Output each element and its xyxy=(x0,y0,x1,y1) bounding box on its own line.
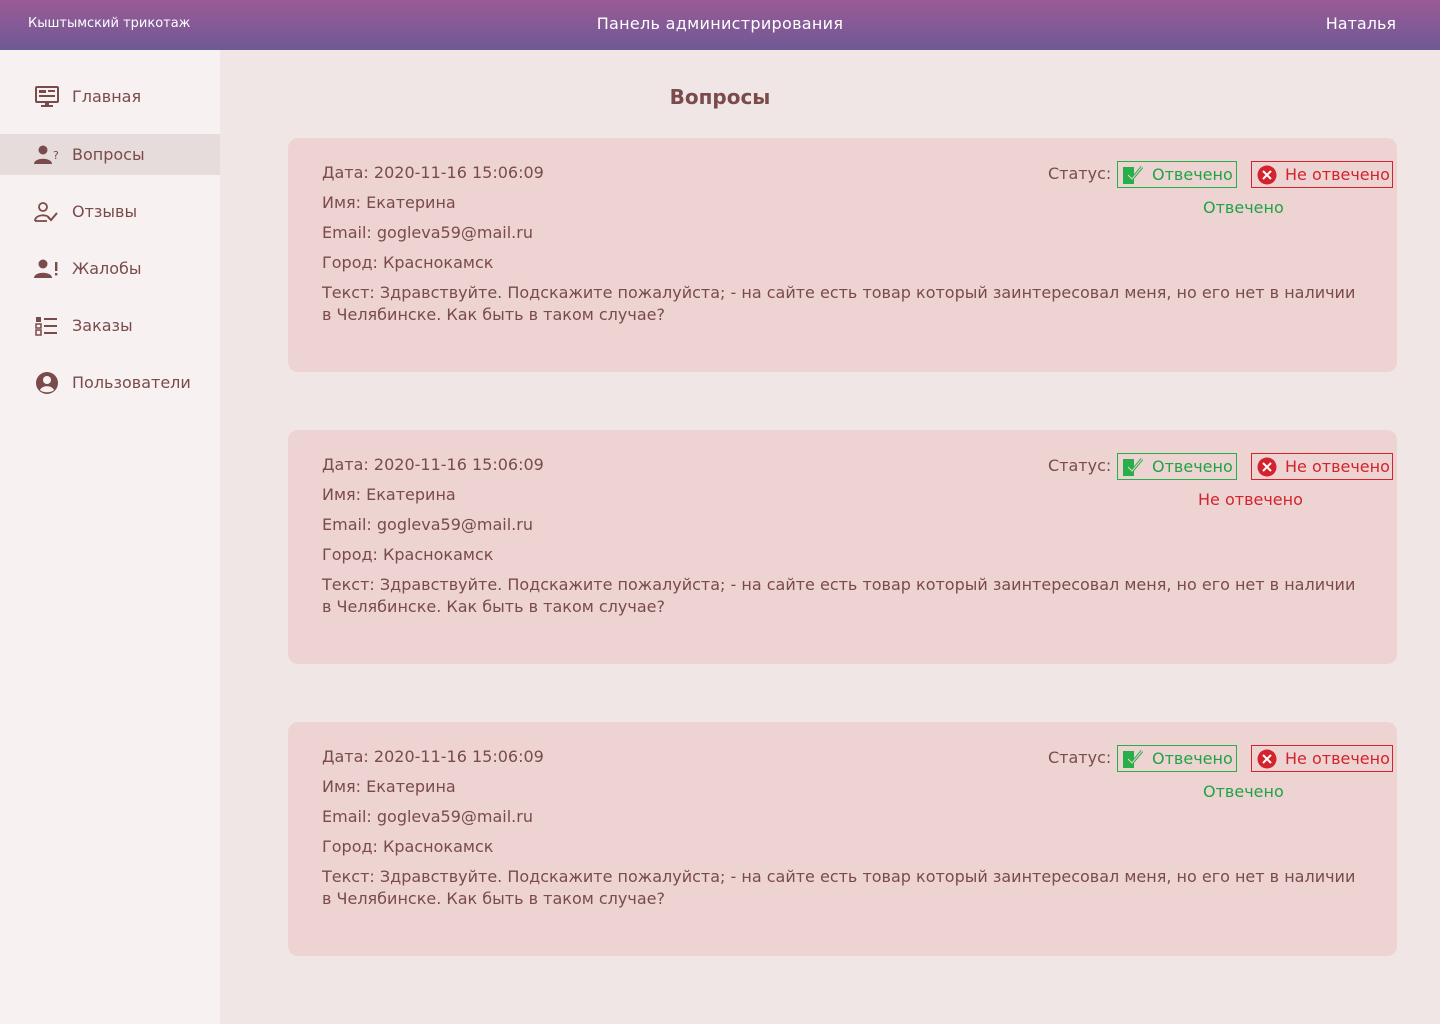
answered-icon xyxy=(1122,164,1144,186)
status-label: Статус: xyxy=(1048,748,1112,767)
question-city: Город: Краснокамск xyxy=(322,837,494,856)
sidebar-item-complaints[interactable]: Жалобы xyxy=(0,248,220,289)
status-value: Отвечено xyxy=(1203,782,1284,801)
mark-answered-button[interactable]: Отвечено xyxy=(1117,453,1237,480)
sidebar-item-users[interactable]: Пользователи xyxy=(0,362,220,403)
sidebar-item-label: Заказы xyxy=(72,316,133,335)
user-name[interactable]: Наталья xyxy=(1326,14,1396,33)
user-circle-icon xyxy=(34,371,60,394)
question-email: Email: gogleva59@mail.ru xyxy=(322,807,533,826)
sidebar-item-label: Жалобы xyxy=(72,259,142,278)
sidebar-item-questions[interactable]: ? Вопросы xyxy=(0,134,220,175)
sidebar: Главная ? Вопросы Отзывы Жалобы Заказы П… xyxy=(0,50,220,1024)
close-circle-icon xyxy=(1257,749,1277,769)
panel-title: Панель администрирования xyxy=(596,14,844,33)
mark-not-answered-label: Не отвечено xyxy=(1285,457,1390,476)
mark-not-answered-button[interactable]: Не отвечено xyxy=(1251,745,1393,772)
question-city: Город: Краснокамск xyxy=(322,253,494,272)
question-email: Email: gogleva59@mail.ru xyxy=(322,515,533,534)
sidebar-item-label: Вопросы xyxy=(72,145,145,164)
list-icon xyxy=(34,315,60,337)
answered-icon xyxy=(1122,748,1144,770)
question-text: Текст: Здравствуйте. Подскажите пожалуйс… xyxy=(322,575,1356,616)
user-exclamation-icon xyxy=(34,258,60,280)
sidebar-item-label: Отзывы xyxy=(72,202,138,221)
question-text: Текст: Здравствуйте. Подскажите пожалуйс… xyxy=(322,283,1356,324)
mark-not-answered-label: Не отвечено xyxy=(1285,749,1390,768)
status-label: Статус: xyxy=(1048,164,1112,183)
close-circle-icon xyxy=(1257,457,1277,477)
question-date: Дата: 2020-11-16 15:06:09 xyxy=(322,747,544,766)
sidebar-item-label: Главная xyxy=(72,87,142,106)
question-card: Дата: 2020-11-16 15:06:09 Имя: Екатерина… xyxy=(288,722,1397,956)
question-name: Имя: Екатерина xyxy=(322,193,456,212)
user-check-icon xyxy=(34,201,60,223)
mark-answered-label: Отвечено xyxy=(1152,749,1233,768)
top-bar: Кыштымский трикотаж Панель администриров… xyxy=(0,0,1440,50)
mark-answered-button[interactable]: Отвечено xyxy=(1117,161,1237,188)
status-label: Статус: xyxy=(1048,456,1112,475)
mark-answered-label: Отвечено xyxy=(1152,457,1233,476)
question-card: Дата: 2020-11-16 15:06:09 Имя: Екатерина… xyxy=(288,430,1397,664)
monitor-icon xyxy=(34,85,60,108)
question-date: Дата: 2020-11-16 15:06:09 xyxy=(322,455,544,474)
sidebar-item-home[interactable]: Главная xyxy=(0,76,220,117)
question-email: Email: gogleva59@mail.ru xyxy=(322,223,533,242)
mark-not-answered-button[interactable]: Не отвечено xyxy=(1251,161,1393,188)
question-city: Город: Краснокамск xyxy=(322,545,494,564)
question-name: Имя: Екатерина xyxy=(322,485,456,504)
question-date: Дата: 2020-11-16 15:06:09 xyxy=(322,163,544,182)
mark-answered-label: Отвечено xyxy=(1152,165,1233,184)
answered-icon xyxy=(1122,456,1144,478)
mark-not-answered-label: Не отвечено xyxy=(1285,165,1390,184)
mark-answered-button[interactable]: Отвечено xyxy=(1117,745,1237,772)
sidebar-item-orders[interactable]: Заказы xyxy=(0,305,220,346)
svg-text:?: ? xyxy=(53,149,59,162)
status-value: Отвечено xyxy=(1203,198,1284,217)
sidebar-item-label: Пользователи xyxy=(72,373,191,392)
sidebar-item-reviews[interactable]: Отзывы xyxy=(0,191,220,232)
user-question-icon: ? xyxy=(34,144,60,166)
page-title: Вопросы xyxy=(669,85,771,109)
mark-not-answered-button[interactable]: Не отвечено xyxy=(1251,453,1393,480)
question-card: Дата: 2020-11-16 15:06:09 Имя: Екатерина… xyxy=(288,138,1397,372)
question-name: Имя: Екатерина xyxy=(322,777,456,796)
status-value: Не отвечено xyxy=(1198,490,1303,509)
close-circle-icon xyxy=(1257,165,1277,185)
question-text: Текст: Здравствуйте. Подскажите пожалуйс… xyxy=(322,867,1356,908)
